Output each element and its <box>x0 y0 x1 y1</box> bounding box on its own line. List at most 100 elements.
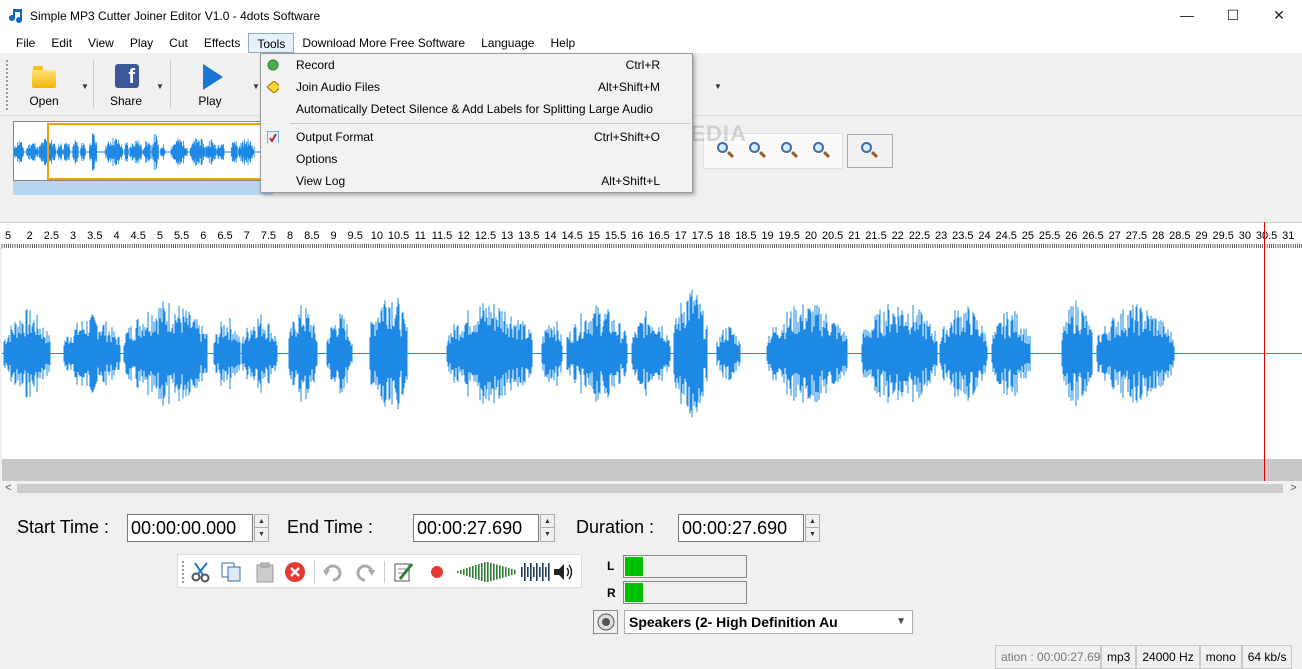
share-button[interactable]: f Share <box>96 58 156 112</box>
play-button[interactable]: Play <box>180 58 240 112</box>
share-dropdown-arrow[interactable]: ▼ <box>156 82 164 91</box>
menu-separator <box>290 123 690 124</box>
fade-out-icon[interactable] <box>486 561 516 583</box>
menu-help[interactable]: Help <box>542 33 583 53</box>
waveform-path <box>3 289 1175 418</box>
start-time-label: Start Time : <box>17 517 110 537</box>
scroll-right-arrow[interactable]: > <box>1285 481 1302 496</box>
menu-item-detect-silence[interactable]: Automatically Detect Silence & Add Label… <box>261 98 692 120</box>
ruler-label: 19.5 <box>778 230 799 242</box>
ruler-label: 17 <box>675 230 687 242</box>
ruler-label: 26 <box>1065 230 1077 242</box>
record-icon <box>267 59 279 71</box>
ruler-label: 19 <box>761 230 773 242</box>
undo-icon[interactable] <box>322 561 344 583</box>
redo-icon[interactable] <box>354 561 376 583</box>
menu-language[interactable]: Language <box>473 33 542 53</box>
right-level-fill <box>625 583 644 602</box>
overview-scrollbar[interactable] <box>13 181 273 195</box>
menu-edit[interactable]: Edit <box>43 33 80 53</box>
menu-tools[interactable]: Tools <box>248 32 295 53</box>
output-format-icon <box>267 131 279 143</box>
toolbar-grip[interactable] <box>6 60 9 110</box>
ruler-label: 28 <box>1152 230 1164 242</box>
volume-icon[interactable] <box>552 561 574 583</box>
duration-spinner[interactable]: ▲ ▼ <box>805 514 820 542</box>
ruler-label: 9 <box>330 230 336 242</box>
menu-item-output-format[interactable]: Output Format Ctrl+Shift+O <box>261 126 692 148</box>
edit-toolbar-grip[interactable] <box>182 561 185 583</box>
ruler-label: 2.5 <box>44 230 59 242</box>
effect-bar <box>499 565 501 579</box>
ruler-label: 29 <box>1195 230 1207 242</box>
menu-item-view-log[interactable]: View Log Alt+Shift+L <box>261 170 692 192</box>
record-icon[interactable] <box>426 561 448 583</box>
waveform-footer <box>2 459 1302 481</box>
left-level-fill <box>625 557 644 576</box>
copy-icon[interactable] <box>220 561 242 583</box>
ruler-label: 23 <box>935 230 947 242</box>
effect-bar <box>514 569 516 575</box>
zoom-reset-button[interactable] <box>847 134 893 168</box>
speaker-settings-button[interactable] <box>593 610 618 634</box>
edit-notes-icon[interactable] <box>392 561 414 583</box>
menu-play[interactable]: Play <box>122 33 161 53</box>
close-button[interactable]: ✕ <box>1256 0 1302 30</box>
timeline-ruler[interactable]: 5 2 2.5 3 3.5 4 4.5 5 5.5 6 6.5 7 7.5 8 8.5 9 9.5 10 10.5 1… <box>0 222 1302 249</box>
zoom-selection-icon[interactable] <box>812 141 832 161</box>
effect-bar <box>463 569 465 575</box>
toolbar-dropdown-arrow[interactable]: ▼ <box>714 82 722 91</box>
end-time-spinner[interactable]: ▲ ▼ <box>540 514 555 542</box>
menu-item-record[interactable]: Record Ctrl+R <box>261 54 692 76</box>
paste-icon[interactable] <box>254 561 276 583</box>
ruler-label: 31 <box>1282 230 1294 242</box>
app-music-note-icon <box>8 8 24 24</box>
chevron-down-icon: ▼ <box>896 616 906 627</box>
menu-cut[interactable]: Cut <box>161 33 196 53</box>
ruler-label: 3 <box>70 230 76 242</box>
ruler-label: 14 <box>544 230 556 242</box>
playback-cursor[interactable] <box>1264 222 1265 481</box>
menu-item-join-audio[interactable]: Join Audio Files Alt+Shift+M <box>261 76 692 98</box>
join-icon <box>267 81 279 93</box>
end-time-field[interactable]: 00:00:27.690 <box>413 514 539 542</box>
menu-item-options[interactable]: Options <box>261 148 692 170</box>
scrollbar-thumb[interactable] <box>17 484 1283 493</box>
ruler-ticks: 5 2 2.5 3 3.5 4 4.5 5 5.5 6 6.5 7 7.5 8 8.5 9 9.5 10 10.5 1… <box>1 230 1302 249</box>
waveform-editor[interactable] <box>2 248 1302 459</box>
waveform-overview[interactable] <box>13 121 273 181</box>
ruler-label: 12.5 <box>475 230 496 242</box>
ruler-label: 15.5 <box>605 230 626 242</box>
open-dropdown-arrow[interactable]: ▼ <box>81 82 89 91</box>
effect-bar <box>502 566 504 578</box>
duration-field[interactable]: 00:00:27.690 <box>678 514 804 542</box>
ruler-label: 25.5 <box>1039 230 1060 242</box>
play-dropdown-arrow[interactable]: ▼ <box>252 82 260 91</box>
menu-view[interactable]: View <box>80 33 122 53</box>
start-time-field[interactable]: 00:00:00.000 <box>127 514 253 542</box>
effect-bar <box>475 565 477 579</box>
open-button[interactable]: Open <box>14 58 74 112</box>
menu-effects[interactable]: Effects <box>196 33 248 53</box>
ruler-label: 23.5 <box>952 230 973 242</box>
horizontal-scrollbar[interactable]: < > <box>0 481 1302 496</box>
delete-icon[interactable] <box>284 561 306 583</box>
zoom-fit-icon[interactable] <box>780 141 800 161</box>
normalize-icon[interactable] <box>520 561 550 583</box>
window-title: Simple MP3 Cutter Joiner Editor V1.0 - 4… <box>30 9 321 23</box>
maximize-button[interactable]: ☐ <box>1210 0 1256 30</box>
overview-selection[interactable] <box>47 123 272 180</box>
minimize-button[interactable]: — <box>1164 0 1210 30</box>
output-device-select[interactable]: Speakers (2- High Definition Au ▼ <box>624 610 913 634</box>
ruler-label: 16 <box>631 230 643 242</box>
menu-file[interactable]: File <box>8 33 43 53</box>
cut-scissors-icon[interactable] <box>190 561 212 583</box>
right-channel-label: R <box>607 586 616 600</box>
ruler-label: 4 <box>113 230 119 242</box>
fade-in-icon[interactable] <box>456 561 486 583</box>
menu-download-more[interactable]: Download More Free Software <box>294 33 473 53</box>
start-time-spinner[interactable]: ▲ ▼ <box>254 514 269 542</box>
zoom-out-icon[interactable] <box>748 141 768 161</box>
scroll-left-arrow[interactable]: < <box>0 481 17 496</box>
ruler-label: 21.5 <box>865 230 886 242</box>
